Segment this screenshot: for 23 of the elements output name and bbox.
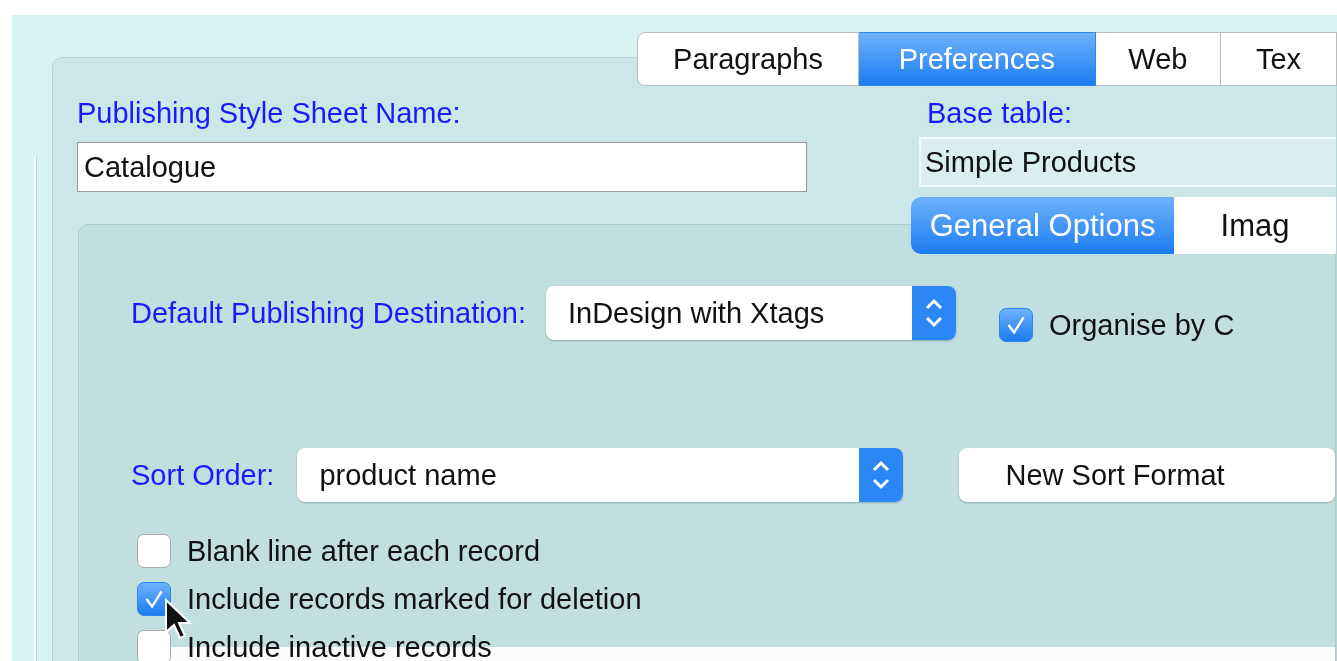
tab[interactable]: Imag <box>1174 197 1336 254</box>
tab[interactable]: Web <box>1095 32 1222 86</box>
base-table-field[interactable]: Simple Products <box>919 137 1336 187</box>
checkbox[interactable] <box>137 534 171 568</box>
stepper-icon <box>911 286 956 340</box>
field-label: Base table: <box>927 96 1074 130</box>
new-sort-format-button[interactable]: New Sort Format <box>959 448 1335 502</box>
checkbox-label: Include records marked for deletion <box>187 582 642 616</box>
checkbox[interactable] <box>137 630 171 661</box>
checkbox-label: Organise by C <box>1048 308 1235 342</box>
checkbox-label: Blank line after each record <box>187 534 541 568</box>
sort-order-dropdown[interactable]: product name <box>297 448 904 502</box>
destination-dropdown[interactable]: InDesign with Xtags <box>545 286 956 340</box>
field-label: Default Publishing Destination: <box>131 296 526 330</box>
checkbox[interactable] <box>998 308 1033 342</box>
name-field[interactable]: Catalogue <box>77 142 807 192</box>
stepper-icon <box>859 448 904 502</box>
tab[interactable]: Paragraphs <box>637 32 860 86</box>
field-label: Publishing Style Sheet Name: <box>77 96 462 130</box>
tab[interactable]: Tex <box>1221 32 1337 86</box>
field-label: Sort Order: <box>131 458 275 492</box>
checkbox-label: Include inactive records <box>187 630 492 661</box>
checkbox[interactable] <box>137 582 171 616</box>
